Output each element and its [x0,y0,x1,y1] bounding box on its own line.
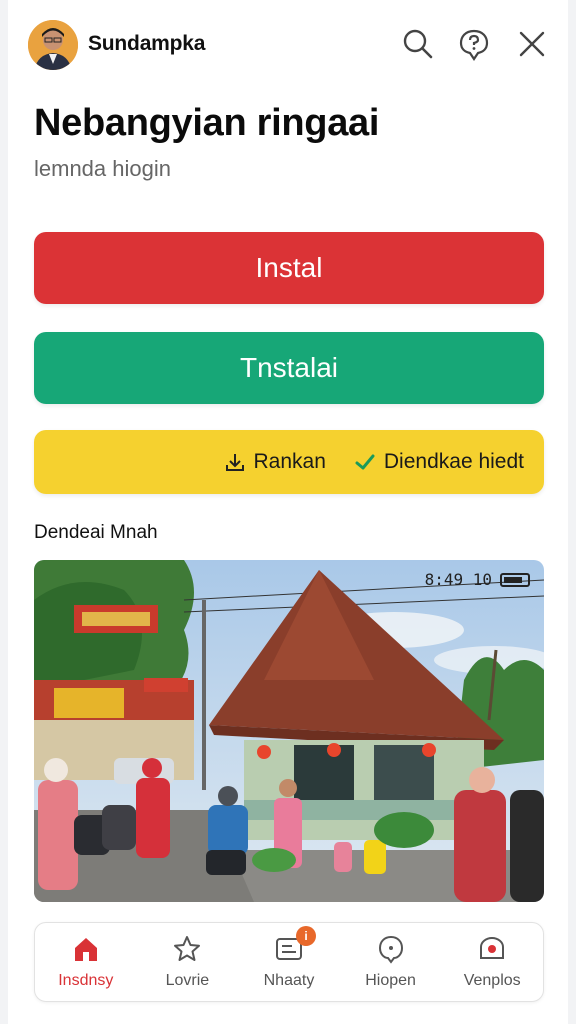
rankan-label: Rankan [253,450,326,473]
battery-icon [500,572,530,587]
message-icon: i [274,926,316,964]
nav-item-camera[interactable]: Venplos [441,923,543,1001]
download-icon [224,451,246,473]
search-icon[interactable] [400,26,436,62]
install-button[interactable]: Instal [34,232,544,304]
close-icon[interactable] [514,26,550,62]
notification-badge: i [295,926,316,946]
page-title: Nebangyian ringaai [34,102,380,144]
check-action[interactable]: Diendkae hiedt [354,450,524,474]
nav-label-chat: Hiopen [365,972,416,989]
nav-item-messages[interactable]: i Nhaaty [238,923,340,1001]
camera-icon [477,934,507,964]
nav-item-chat[interactable]: Hiopen [340,923,442,1001]
check-label: Diendkae hiedt [383,450,524,473]
app-screen: Sundampka Nebangyian ringaai lemnda hiog… [8,0,568,1024]
section-label: Dendeai Mnah [34,522,158,543]
photo-status: 8:49 10 [425,570,530,589]
app-name: Sundampka [88,32,206,55]
photo-status-text: 8:49 10 [424,570,492,589]
bottom-nav: Insdnsy Lovrie i Nhaaty Hiopen Venplos [34,922,544,1002]
nav-label-messages: Nhaaty [263,972,315,989]
install-secondary-button[interactable]: Tnstalai [34,332,544,404]
avatar[interactable] [28,20,78,70]
page-subtitle: lemnda hiogin [34,156,171,181]
nav-item-favorites[interactable]: Lovrie [137,923,239,1001]
actions-bar: Rankan Diendkae hiedt [34,430,544,494]
star-icon [172,934,202,964]
help-icon[interactable] [456,26,492,62]
rankan-action[interactable]: Rankan [224,450,326,474]
check-icon [354,451,376,473]
nav-label-camera: Venplos [463,972,521,989]
app-header: Sundampka [8,14,568,78]
nav-item-home[interactable]: Insdnsy [35,923,137,1001]
nav-label-home: Insdnsy [58,972,114,989]
chat-icon [376,934,406,964]
nav-label-favorites: Lovrie [165,972,210,989]
village-photo[interactable]: 8:49 10 [34,560,544,902]
home-icon [71,934,101,964]
